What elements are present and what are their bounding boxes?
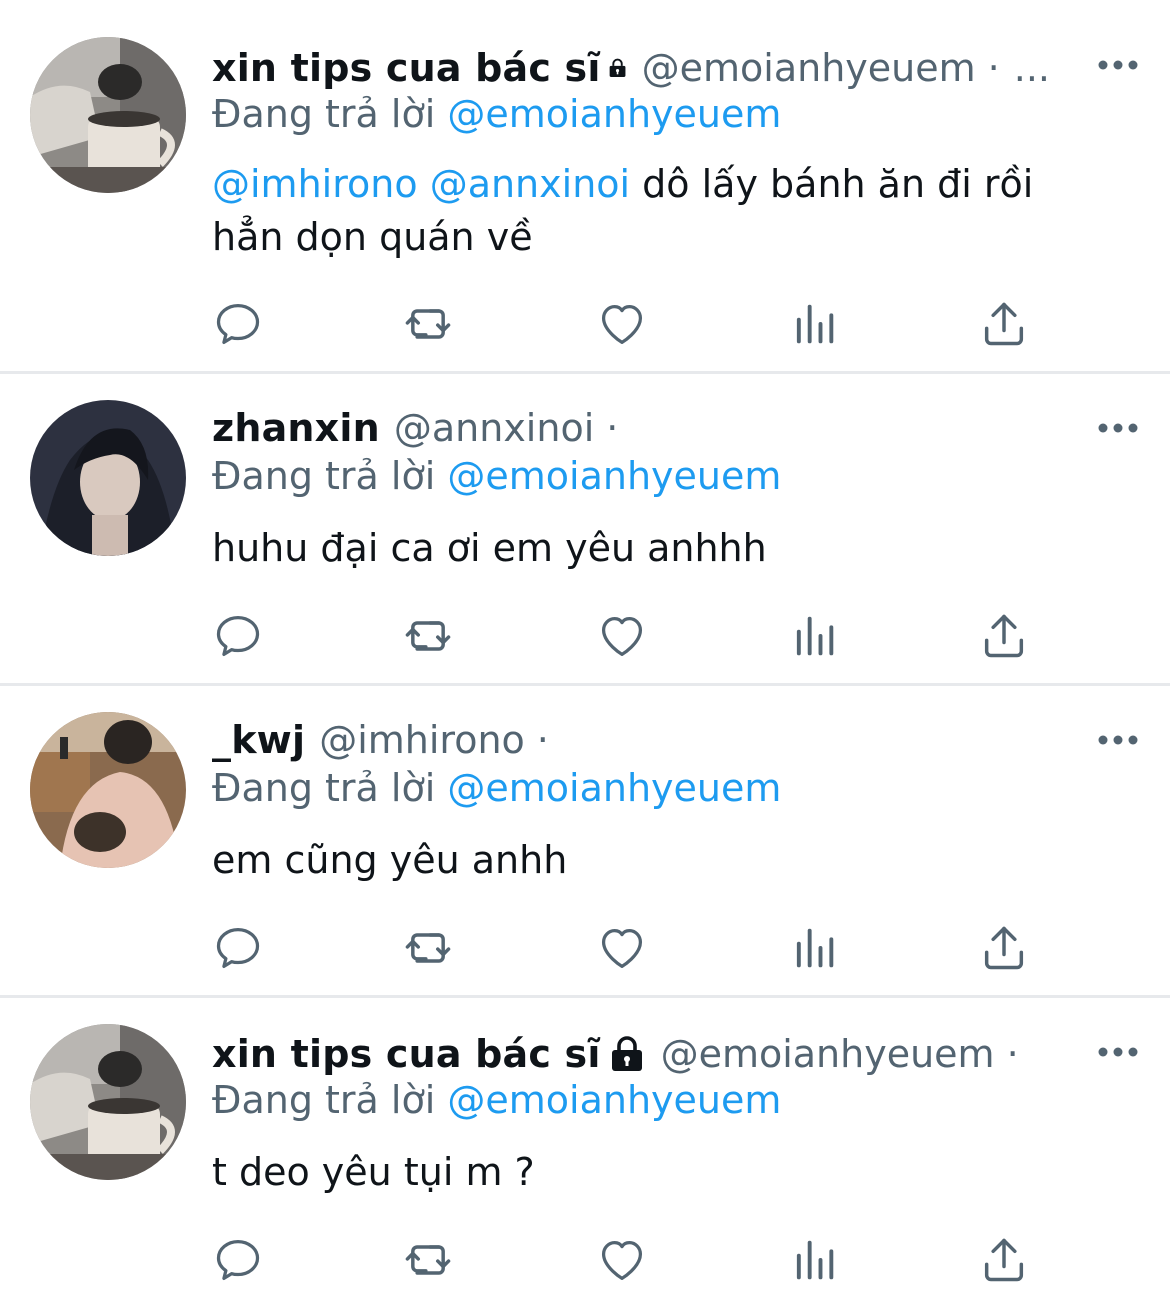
tweet[interactable]: xin tips cua bác sĩ @emoianhyeuem · Đang… xyxy=(0,998,1170,1301)
tweet[interactable]: zhanxin @annxinoi · Đang trả lời @emoian… xyxy=(0,374,1170,686)
heart-icon xyxy=(596,1234,648,1286)
tweet-text: huhu đại ca ơi em yêu anhhh xyxy=(212,526,767,570)
display-name[interactable]: zhanxin xyxy=(212,406,380,450)
tweet-text: em cũng yêu anhh xyxy=(212,838,568,882)
separator-dot: · xyxy=(536,718,549,762)
reply-icon xyxy=(212,922,264,974)
man-leaning-over-cup-avatar xyxy=(30,1024,186,1180)
reply-button[interactable] xyxy=(212,922,264,974)
action-bar xyxy=(0,1234,1170,1286)
retweet-button[interactable] xyxy=(402,1234,454,1286)
action-bar xyxy=(0,610,1170,662)
reply-to-mention[interactable]: @emoianhyeuem xyxy=(447,454,781,498)
man-leaning-over-cup-avatar xyxy=(30,37,186,193)
separator-dot: · xyxy=(1006,1032,1019,1076)
mention-link[interactable]: @imhirono xyxy=(212,162,418,206)
lock-icon xyxy=(607,1034,647,1074)
retweet-icon xyxy=(402,1234,454,1286)
share-button[interactable] xyxy=(978,922,1030,974)
tweet-text: t deo yêu tụi m ? xyxy=(212,1150,535,1194)
dark-hair-portrait-avatar xyxy=(30,400,186,556)
separator-dot: · xyxy=(606,406,619,450)
person-holding-pet-avatar xyxy=(30,712,186,868)
reply-prefix: Đang trả lời xyxy=(212,92,436,136)
reply-button[interactable] xyxy=(212,298,264,350)
share-button[interactable] xyxy=(978,298,1030,350)
replying-to: Đang trả lời @emoianhyeuem xyxy=(212,92,781,136)
retweet-icon xyxy=(402,298,454,350)
views-button[interactable] xyxy=(788,1234,840,1286)
share-icon xyxy=(978,1234,1030,1286)
mention-link[interactable]: @annxinoi xyxy=(430,162,630,206)
share-icon xyxy=(978,922,1030,974)
lock-icon xyxy=(607,48,628,88)
reply-prefix: Đang trả lời xyxy=(212,454,436,498)
views-button[interactable] xyxy=(788,610,840,662)
views-button[interactable] xyxy=(788,298,840,350)
share-button[interactable] xyxy=(978,1234,1030,1286)
reply-button[interactable] xyxy=(212,1234,264,1286)
replying-to: Đang trả lời @emoianhyeuem xyxy=(212,454,781,498)
avatar[interactable] xyxy=(30,712,186,868)
tweet-text-line: dô lấy bánh ăn đi rồi xyxy=(642,162,1034,206)
share-button[interactable] xyxy=(978,610,1030,662)
retweet-icon xyxy=(402,610,454,662)
analytics-icon xyxy=(788,922,840,974)
replying-to: Đang trả lời @emoianhyeuem xyxy=(212,766,781,810)
display-name[interactable]: xin tips cua bác sĩ xyxy=(212,46,601,90)
like-button[interactable] xyxy=(596,922,648,974)
reply-icon xyxy=(212,610,264,662)
avatar[interactable] xyxy=(30,1024,186,1180)
action-bar xyxy=(0,922,1170,974)
handle[interactable]: @emoianhyeuem xyxy=(661,1032,995,1076)
reply-to-mention[interactable]: @emoianhyeuem xyxy=(447,766,781,810)
heart-icon xyxy=(596,610,648,662)
display-name[interactable]: _kwj xyxy=(212,718,305,762)
like-button[interactable] xyxy=(596,298,648,350)
like-button[interactable] xyxy=(596,610,648,662)
reply-icon xyxy=(212,1234,264,1286)
more-icon[interactable] xyxy=(1096,1042,1140,1062)
separator-dot: · xyxy=(987,46,1000,90)
retweet-button[interactable] xyxy=(402,922,454,974)
views-button[interactable] xyxy=(788,922,840,974)
tweet[interactable]: _kwj @imhirono · Đang trả lời @emoianhye… xyxy=(0,686,1170,998)
more-icon[interactable] xyxy=(1096,55,1140,75)
avatar[interactable] xyxy=(30,400,186,556)
reply-prefix: Đang trả lời xyxy=(212,1078,436,1122)
analytics-icon xyxy=(788,298,840,350)
reply-to-mention[interactable]: @emoianhyeuem xyxy=(447,1078,781,1122)
analytics-icon xyxy=(788,610,840,662)
tweet-text: @imhirono @annxinoi dô lấy bánh ăn đi rồ… xyxy=(212,158,1112,264)
like-button[interactable] xyxy=(596,1234,648,1286)
reply-icon xyxy=(212,298,264,350)
reply-prefix: Đang trả lời xyxy=(212,766,436,810)
share-icon xyxy=(978,298,1030,350)
tweet[interactable]: xin tips cua bác sĩ @emoianhyeuem · ... … xyxy=(0,0,1170,374)
analytics-icon xyxy=(788,1234,840,1286)
avatar[interactable] xyxy=(30,37,186,193)
handle[interactable]: @imhirono xyxy=(319,718,525,762)
replying-to: Đang trả lời @emoianhyeuem xyxy=(212,1078,781,1122)
heart-icon xyxy=(596,298,648,350)
retweet-icon xyxy=(402,922,454,974)
tweet-text-line: hẳn dọn quán về xyxy=(212,215,533,259)
retweet-button[interactable] xyxy=(402,610,454,662)
retweet-button[interactable] xyxy=(402,298,454,350)
reply-to-mention[interactable]: @emoianhyeuem xyxy=(447,92,781,136)
more-icon[interactable] xyxy=(1096,418,1140,438)
display-name[interactable]: xin tips cua bác sĩ xyxy=(212,1032,601,1076)
action-bar xyxy=(0,298,1170,350)
heart-icon xyxy=(596,922,648,974)
reply-button[interactable] xyxy=(212,610,264,662)
share-icon xyxy=(978,610,1030,662)
truncation-ellipsis: ... xyxy=(1013,46,1050,90)
more-icon[interactable] xyxy=(1096,730,1140,750)
handle[interactable]: @annxinoi xyxy=(394,406,594,450)
handle[interactable]: @emoianhyeuem xyxy=(642,46,976,90)
